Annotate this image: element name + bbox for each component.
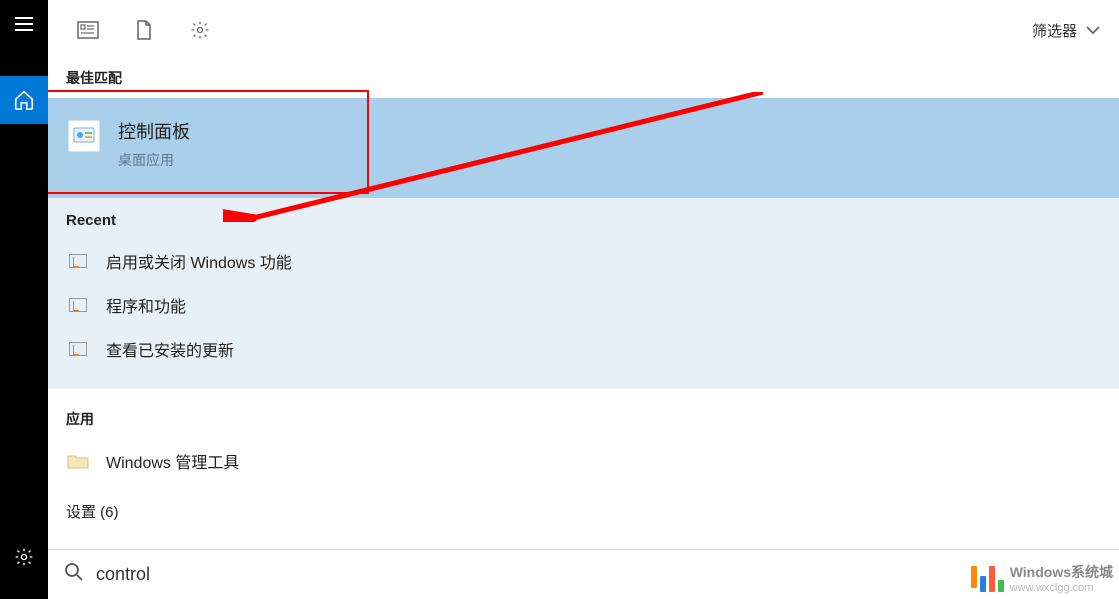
settings-header[interactable]: 设置 (6)	[48, 483, 1119, 532]
search-icon	[64, 562, 84, 587]
settings-gear-icon[interactable]	[0, 533, 48, 581]
left-rail	[0, 0, 48, 599]
box-icon	[66, 337, 90, 361]
recent-header: Recent	[48, 212, 1119, 239]
list-item-label: 启用或关闭 Windows 功能	[106, 249, 292, 273]
box-icon	[66, 249, 90, 273]
filter-dropdown[interactable]: 筛选器	[1032, 20, 1101, 41]
best-match-title: 控制面板	[118, 118, 190, 144]
recent-item-programs-features[interactable]: 程序和功能	[48, 283, 1119, 327]
best-match-item[interactable]: 控制面板 桌面应用	[48, 98, 1119, 198]
search-bar[interactable]	[48, 549, 1119, 599]
chevron-down-icon	[1085, 22, 1101, 39]
search-input[interactable]	[96, 564, 1103, 585]
control-panel-icon	[68, 120, 100, 152]
watermark-url: www.wxclgg.com	[1010, 581, 1113, 595]
home-icon[interactable]	[0, 76, 48, 124]
apps-header: 应用	[48, 395, 1119, 439]
apps-item-windows-admin-tools[interactable]: Windows 管理工具	[48, 439, 1119, 483]
box-icon	[66, 293, 90, 317]
recent-item-windows-features[interactable]: 启用或关闭 Windows 功能	[48, 239, 1119, 283]
gear-icon[interactable]	[178, 8, 222, 52]
watermark: Windows系统城 www.wxclgg.com	[971, 563, 1113, 595]
list-item-label: 查看已安装的更新	[106, 337, 234, 361]
apps-view-icon[interactable]	[66, 8, 110, 52]
document-icon[interactable]	[122, 8, 166, 52]
best-match-header: 最佳匹配	[48, 60, 1119, 98]
recent-item-installed-updates[interactable]: 查看已安装的更新	[48, 327, 1119, 371]
best-match-subtitle: 桌面应用	[118, 150, 190, 170]
hamburger-menu-icon[interactable]	[0, 0, 48, 48]
list-item-label: 程序和功能	[106, 293, 186, 317]
folder-tools-icon	[66, 449, 90, 473]
filter-label: 筛选器	[1032, 20, 1077, 41]
watermark-title: Windows系统城	[1010, 563, 1113, 581]
toolbar: 筛选器	[48, 0, 1119, 60]
list-item-label: Windows 管理工具	[106, 449, 239, 473]
